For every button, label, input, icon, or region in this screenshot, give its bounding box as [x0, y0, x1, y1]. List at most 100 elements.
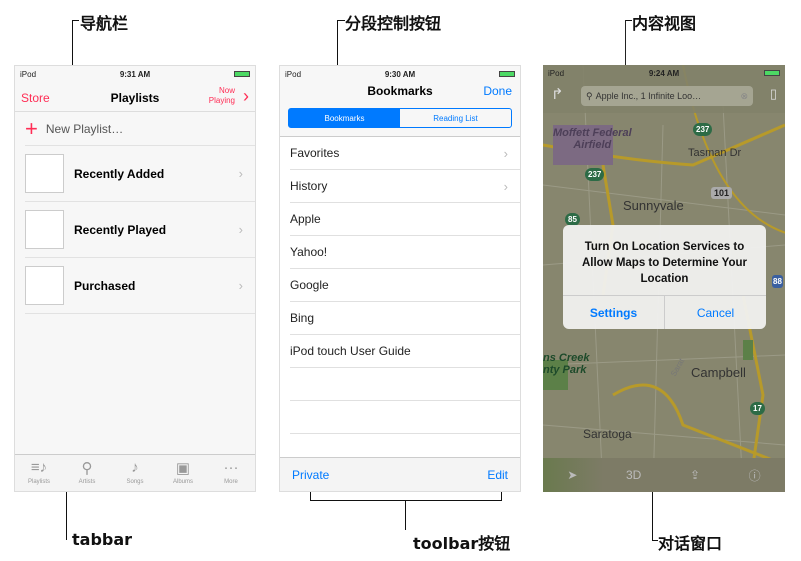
tab-more[interactable]: ··· More — [207, 455, 255, 491]
bookmark-title: History — [290, 179, 328, 193]
tab-songs[interactable]: ♪ Songs — [111, 455, 159, 491]
settings-button[interactable]: Settings — [563, 296, 665, 329]
music-screen: iPod 9:31 AM Store Playlists Now Playing ›… — [14, 65, 256, 492]
bookmark-row[interactable]: Bing — [290, 302, 520, 335]
location-alert-dialog: Turn On Location Services to Allow Maps … — [563, 225, 766, 329]
playlist-row[interactable]: Recently Added › — [25, 146, 255, 202]
search-icon: ⚲ — [586, 90, 593, 101]
note-icon: ♪ — [131, 459, 139, 476]
bookmark-list: Favorites › History › Apple Yahoo! Google … — [280, 137, 520, 434]
now-playing-button[interactable]: Now Playing — [209, 86, 235, 106]
playlist-title: Purchased — [74, 278, 136, 293]
segment-reading-list[interactable]: Reading List — [400, 109, 511, 127]
bookmark-row[interactable]: History › — [290, 170, 520, 203]
map-label-text: nty Park — [543, 364, 587, 376]
segment-bookmarks[interactable]: Bookmarks — [289, 109, 400, 127]
tab-bar: ≡♪ Playlists ⚲ Artists ♪ Songs ▣ Albums ··· M… — [15, 454, 255, 491]
annotation-tabbar: tabbar — [72, 530, 133, 549]
album-icon: ▣ — [175, 460, 191, 477]
playlist-row[interactable]: Purchased › — [25, 258, 255, 314]
annotation-segmented: 分段控制按钮 — [345, 14, 442, 33]
tab-playlists[interactable]: ≡♪ Playlists — [15, 455, 63, 491]
bookmarks-icon[interactable]: ▯ — [770, 86, 777, 102]
new-playlist-label: New Playlist… — [45, 121, 124, 136]
search-field[interactable]: ⚲ Apple Inc., 1 Infinite Loo… ⊗ — [581, 86, 753, 106]
empty-row — [290, 401, 520, 434]
toolbar: Private Edit — [280, 457, 520, 491]
now-playing-label: Now — [218, 86, 235, 95]
leader-line — [405, 500, 406, 530]
header: iPod 9:30 AM Bookmarks Done Bookmarks Rea… — [280, 66, 520, 137]
highway-shield: 17 — [750, 402, 765, 415]
annotation-navbar: 导航栏 — [80, 14, 129, 33]
share-icon[interactable]: ⇪ — [690, 468, 700, 482]
now-playing-label: Playing — [208, 96, 235, 105]
clear-icon[interactable]: ⊗ — [740, 91, 748, 102]
done-button[interactable]: Done — [483, 84, 512, 98]
bookmark-title: Google — [290, 278, 329, 292]
map-label: ns Creek nty Park — [543, 352, 589, 376]
carrier: iPod — [20, 69, 37, 79]
battery-icon — [234, 70, 250, 79]
status-bar: iPod 9:31 AM — [15, 66, 255, 82]
highway-shield: 101 — [711, 187, 733, 199]
clock: 9:30 AM — [384, 69, 416, 79]
artists-icon: ⚲ — [81, 460, 93, 477]
status-bar: iPod 9:30 AM — [280, 66, 520, 82]
map-label-text: Airfield — [573, 139, 612, 151]
battery-icon — [499, 70, 515, 79]
carrier: iPod — [548, 68, 565, 78]
chevron-right-icon: › — [503, 178, 508, 194]
bookmarks-screen: iPod 9:30 AM Bookmarks Done Bookmarks Rea… — [279, 65, 521, 492]
bookmark-title: Favorites — [290, 146, 340, 160]
info-icon[interactable]: ⓘ — [749, 467, 761, 484]
location-arrow-icon[interactable]: ➤ — [567, 468, 577, 482]
navigation-bar: Store Playlists Now Playing › — [15, 82, 255, 112]
tab-label: Artists — [78, 479, 96, 485]
chevron-right-icon: › — [238, 278, 243, 293]
edit-button[interactable]: Edit — [487, 468, 508, 482]
tab-artists[interactable]: ⚲ Artists — [63, 455, 111, 491]
leader-line — [66, 485, 67, 540]
clock: 9:31 AM — [119, 69, 151, 79]
tab-label: More — [224, 479, 238, 485]
playlist-row[interactable]: Recently Played › — [25, 202, 255, 258]
private-button[interactable]: Private — [292, 468, 329, 482]
chevron-right-icon: › — [503, 145, 508, 161]
bookmark-row[interactable]: Yahoo! — [290, 236, 520, 269]
bookmark-title: Bing — [290, 311, 315, 325]
tab-label: Albums — [172, 479, 193, 485]
bookmark-row[interactable]: Favorites › — [290, 137, 520, 170]
bookmark-row[interactable]: iPod touch User Guide — [290, 335, 520, 368]
map-label-text: Moffett Federal — [553, 127, 632, 139]
playlists-icon: ≡♪ — [30, 459, 48, 476]
bookmark-row[interactable]: Apple — [290, 203, 520, 236]
playlist-artwork — [25, 266, 64, 305]
directions-icon[interactable]: ↱ — [551, 85, 564, 103]
tab-label: Playlists — [27, 479, 50, 485]
chevron-right-icon: › — [238, 222, 243, 237]
highway-shield: 88 — [772, 275, 783, 288]
chevron-right-icon: › — [243, 86, 249, 106]
clock: 9:24 AM — [648, 68, 680, 78]
annotation-toolbar: toolbar按钮 — [413, 534, 511, 553]
alert-message: Turn On Location Services to Allow Maps … — [563, 225, 766, 296]
bookmark-title: iPod touch User Guide — [290, 344, 411, 358]
leader-line — [625, 20, 632, 21]
carrier: iPod — [285, 69, 302, 79]
bookmark-row[interactable]: Google — [290, 269, 520, 302]
chevron-right-icon: › — [238, 166, 243, 181]
annotation-content: 内容视图 — [632, 14, 697, 33]
highway-shield: 237 — [585, 168, 605, 181]
cancel-button[interactable]: Cancel — [665, 296, 766, 329]
new-playlist-button[interactable]: + New Playlist… — [25, 112, 255, 146]
map-label-text: ns Creek — [543, 352, 590, 364]
playlist-artwork — [25, 210, 64, 249]
3d-button[interactable]: 3D — [626, 468, 641, 482]
bookmark-title: Yahoo! — [290, 245, 328, 259]
tab-albums[interactable]: ▣ Albums — [159, 455, 207, 491]
playlist-artwork — [25, 154, 64, 193]
map-label: Tasman Dr — [688, 147, 742, 159]
playlist-title: Recently Added — [74, 166, 165, 181]
battery-icon — [764, 69, 780, 78]
